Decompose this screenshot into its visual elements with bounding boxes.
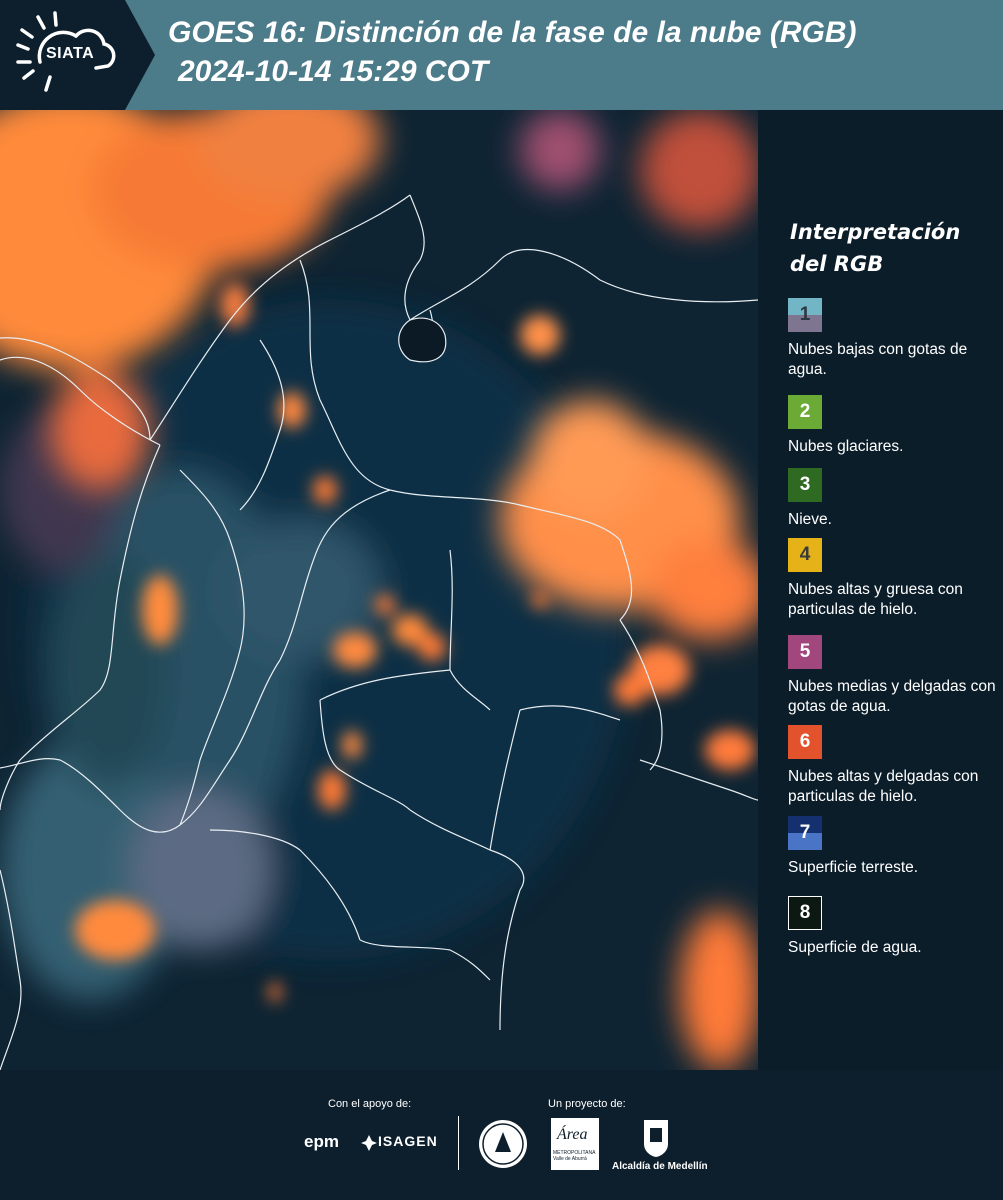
area-metropolitana-logo: Área METROPOLITANA Valle de Aburrá — [551, 1118, 599, 1170]
medellin-shield-icon — [644, 1120, 668, 1157]
project-label: Un proyecto de: — [548, 1098, 626, 1110]
legend-label: Superficie terreste. — [788, 859, 919, 876]
header-arrow — [125, 0, 155, 110]
legend-label: Nubes glaciares. — [788, 438, 904, 455]
legend-swatch: 5 — [788, 635, 822, 669]
epm-logo: epm — [304, 1132, 339, 1151]
lake-maracaibo — [398, 317, 447, 363]
legend-item: 8 Superficie de agua. — [788, 896, 998, 958]
legend-item: 5 Nubes medias y delgadas con gotas de a… — [788, 635, 998, 717]
legend-label: Nubes altas y delgadas con particulas de… — [788, 768, 979, 805]
support-label: Con el apoyo de: — [328, 1098, 412, 1110]
footer-divider — [458, 1116, 459, 1170]
legend-label: Nubes medias y delgadas con gotas de agu… — [788, 678, 996, 715]
satellite-map — [0, 110, 758, 1070]
siata-logo: SIATA — [0, 0, 125, 110]
legend-swatch: 4 — [788, 538, 822, 572]
isagen-logo: ISAGEN — [360, 1132, 450, 1154]
legend-item: 1 Nubes bajas con gotas de agua. — [788, 298, 998, 380]
legend-title: Interpretación del RGB — [790, 220, 961, 276]
legend-item: 3 Nieve. — [788, 468, 998, 530]
legend-panel: Interpretación del RGB 1 Nubes bajas con… — [758, 110, 1003, 1070]
legend-swatch: 3 — [788, 468, 822, 502]
footer: Con el apoyo de: Un proyecto de: epm ISA… — [0, 1070, 1003, 1200]
timestamp: 2024-10-14 15:29 COT — [178, 55, 489, 88]
legend-swatch: 1 — [788, 298, 822, 332]
legend-swatch: 8 — [788, 896, 822, 930]
legend-label: Nubes bajas con gotas de agua. — [788, 341, 968, 378]
legend-swatch: 6 — [788, 725, 822, 759]
header-bar: SIATA GOES 16: Distinción de la fase de … — [0, 0, 1003, 110]
legend-swatch: 7 — [788, 816, 822, 850]
legend-item: 7 Superficie terreste. — [788, 816, 998, 878]
logo-text: SIATA — [46, 45, 95, 62]
rgb-composite-image — [0, 110, 758, 1070]
legend-item: 2 Nubes glaciares. — [788, 395, 998, 457]
legend-item: 6 Nubes altas y delgadas con particulas … — [788, 725, 998, 807]
legend-swatch: 2 — [788, 395, 822, 429]
legend-label: Superficie de agua. — [788, 939, 922, 956]
alcaldia-logo-text: Alcaldía de Medellín — [612, 1161, 708, 1172]
legend-label: Nieve. — [788, 511, 832, 528]
legend-label: Nubes altas y gruesa con particulas de h… — [788, 581, 963, 618]
university-seal-icon — [479, 1120, 527, 1168]
page-title: GOES 16: Distinción de la fase de la nub… — [168, 16, 857, 49]
legend-item: 4 Nubes altas y gruesa con particulas de… — [788, 538, 998, 620]
isagen-mark-icon — [361, 1135, 377, 1151]
